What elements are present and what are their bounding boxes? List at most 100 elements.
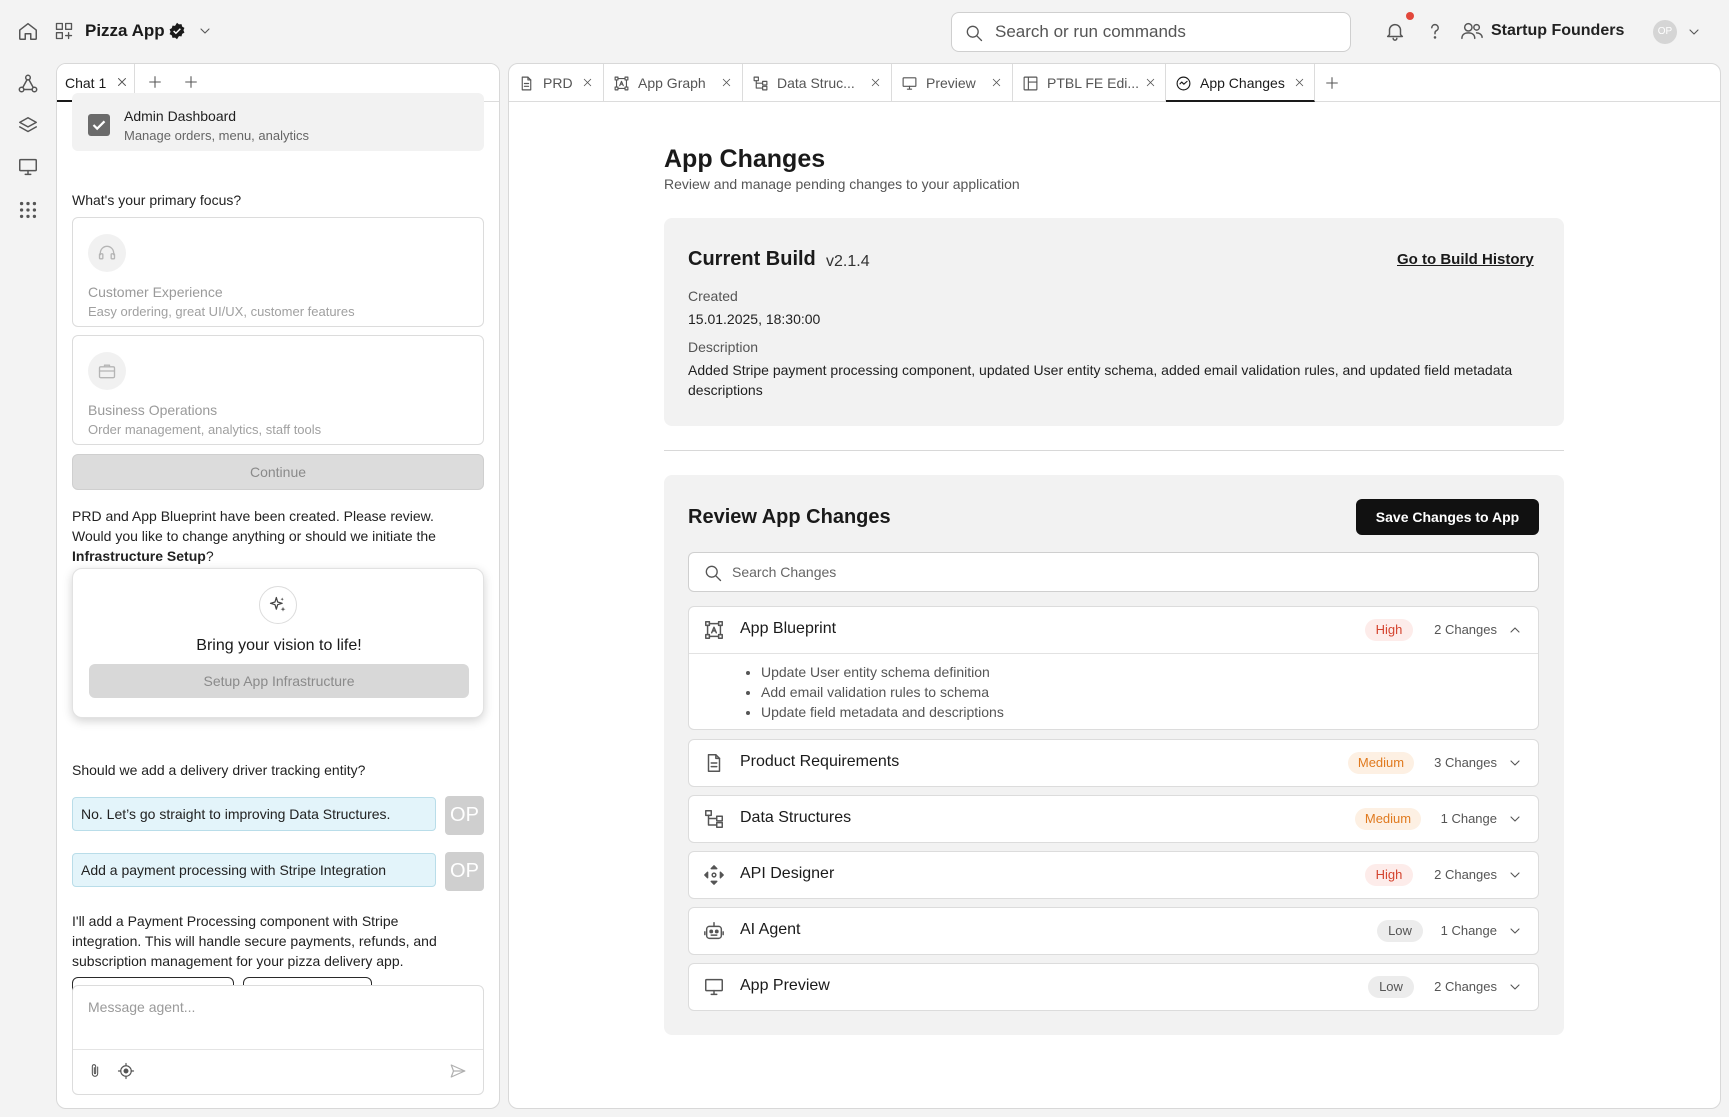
message-composer (72, 985, 484, 1095)
monitor-icon[interactable] (17, 156, 39, 178)
plus-icon[interactable] (183, 74, 199, 90)
change-group-header[interactable]: API Designer High 2 Changes (689, 852, 1538, 898)
changes-search[interactable] (688, 552, 1539, 592)
home-icon[interactable] (17, 20, 39, 42)
tab-app-graph[interactable]: App Graph (604, 64, 743, 102)
change-group-name: App Preview (740, 977, 830, 994)
change-group-header[interactable]: App Blueprint High 2 Changes (689, 607, 1538, 653)
avatar[interactable]: OP (1653, 20, 1677, 44)
close-icon[interactable] (990, 76, 1003, 89)
help-icon[interactable] (1424, 19, 1446, 43)
plus-icon[interactable] (1324, 75, 1340, 91)
save-changes-button[interactable]: Save Changes to App (1356, 499, 1539, 535)
setup-card: Bring your vision to life! Setup App Inf… (72, 568, 484, 718)
change-list: Update User entity schema definition Add… (761, 662, 1004, 722)
change-group-header[interactable]: App Preview Low 2 Changes (689, 964, 1538, 1010)
change-group-name: API Designer (740, 865, 835, 882)
app-blueprint-icon (705, 621, 723, 639)
close-icon[interactable] (115, 75, 129, 89)
bell-icon[interactable] (1384, 20, 1406, 42)
message-end: ? (205, 548, 214, 564)
changes-search-input[interactable] (732, 561, 1512, 583)
change-count: 2 Changes (1434, 979, 1497, 994)
chevron-down-icon[interactable] (197, 23, 213, 39)
agent-message: I'll add a Payment Processing component … (72, 911, 484, 971)
divider (664, 450, 1564, 451)
divider (73, 1049, 483, 1050)
change-group-header[interactable]: Product Requirements Medium 3 Changes (689, 740, 1538, 786)
user-message: No. Let’s go straight to improving Data … (72, 797, 436, 831)
agent-message: PRD and App Blueprint have been created.… (72, 506, 484, 566)
tab-data-structures[interactable]: Data Struc... (743, 64, 892, 102)
tab-app-changes[interactable]: App Changes (1166, 64, 1315, 102)
paperclip-icon[interactable] (87, 1062, 103, 1080)
bold-text: Infrastructure Setup (72, 548, 206, 564)
send-icon[interactable] (449, 1062, 467, 1080)
option-admin-dashboard[interactable]: Admin Dashboard Manage orders, menu, ana… (72, 93, 484, 151)
message-line: subscription management for your pizza d… (72, 953, 404, 969)
chevron-down-icon[interactable] (1507, 811, 1523, 827)
close-icon[interactable] (869, 76, 882, 89)
chevron-down-icon[interactable] (1686, 24, 1702, 40)
main-panel: PRD App Graph Data Struc... Preview PTBL… (508, 63, 1721, 1109)
sparkle-icon (259, 586, 297, 624)
priority-badge: Low (1368, 976, 1414, 998)
tab-label: Chat 1 (65, 75, 107, 91)
change-group-app-blueprint: App Blueprint High 2 Changes Update User… (688, 606, 1539, 730)
build-version: v2.1.4 (826, 253, 870, 270)
headset-icon (88, 234, 126, 272)
editor-tab-bar: PRD App Graph Data Struc... Preview PTBL… (509, 64, 1720, 102)
close-icon[interactable] (1293, 76, 1306, 89)
close-icon[interactable] (720, 76, 733, 89)
option-title: Business Operations (88, 402, 218, 418)
change-group-api-designer[interactable]: API Designer High 2 Changes (688, 851, 1539, 899)
tab-ptbl-fe-editor[interactable]: PTBL FE Edi... (1013, 64, 1166, 102)
plus-icon[interactable] (147, 74, 163, 90)
monitor-icon (902, 77, 917, 90)
layers-icon[interactable] (17, 115, 39, 137)
chevron-down-icon[interactable] (1507, 867, 1523, 883)
option-business-operations[interactable]: Business Operations Order management, an… (72, 335, 484, 445)
option-customer-experience[interactable]: Customer Experience Easy ordering, great… (72, 217, 484, 327)
change-item: Update User entity schema definition (761, 662, 1004, 682)
graph-nodes-icon[interactable] (17, 73, 39, 95)
checkbox-checked[interactable] (88, 114, 110, 136)
target-icon[interactable] (117, 1062, 135, 1080)
change-count: 3 Changes (1434, 755, 1497, 770)
change-group-data-structures[interactable]: Data Structures Medium 1 Change (688, 795, 1539, 843)
change-group-ai-agent[interactable]: AI Agent Low 1 Change (688, 907, 1539, 955)
apps-grid-icon[interactable] (17, 199, 39, 221)
continue-button[interactable]: Continue (72, 454, 484, 490)
briefcase-icon (88, 352, 126, 390)
description-label: Description (688, 339, 759, 355)
change-group-header[interactable]: Data Structures Medium 1 Change (689, 796, 1538, 842)
priority-badge: Low (1377, 920, 1423, 942)
chevron-down-icon[interactable] (1507, 979, 1523, 995)
close-icon[interactable] (581, 76, 594, 89)
chevron-up-icon[interactable] (1507, 622, 1523, 638)
created-value: 15.01.2025, 18:30:00 (688, 311, 821, 327)
message-input[interactable] (88, 999, 468, 1029)
verified-badge-icon (169, 22, 185, 40)
command-search[interactable] (951, 12, 1351, 52)
user-avatar: OP (445, 796, 484, 835)
tab-prd[interactable]: PRD (509, 64, 604, 102)
close-icon[interactable] (1144, 76, 1157, 89)
setup-infrastructure-button[interactable]: Setup App Infrastructure (89, 664, 469, 698)
page-title: App Changes (664, 145, 826, 173)
app-name[interactable]: Pizza App (85, 21, 165, 41)
change-group-product-requirements[interactable]: Product Requirements Medium 3 Changes (688, 739, 1539, 787)
tab-preview[interactable]: Preview (892, 64, 1013, 102)
chat-thread[interactable]: Admin Dashboard Manage orders, menu, ana… (57, 93, 499, 1108)
description-value: Added Stripe payment processing componen… (688, 362, 1513, 398)
team-name[interactable]: Startup Founders (1491, 22, 1624, 40)
change-group-header[interactable]: AI Agent Low 1 Change (689, 908, 1538, 954)
build-history-link[interactable]: Go to Build History (1397, 251, 1534, 268)
user-avatar: OP (445, 852, 484, 891)
command-search-input[interactable] (995, 19, 1335, 45)
chevron-down-icon[interactable] (1507, 755, 1523, 771)
change-group-app-preview[interactable]: App Preview Low 2 Changes (688, 963, 1539, 1011)
message-line: integration. This will handle secure pay… (72, 933, 437, 949)
chevron-down-icon[interactable] (1507, 923, 1523, 939)
change-count: 2 Changes (1434, 867, 1497, 882)
